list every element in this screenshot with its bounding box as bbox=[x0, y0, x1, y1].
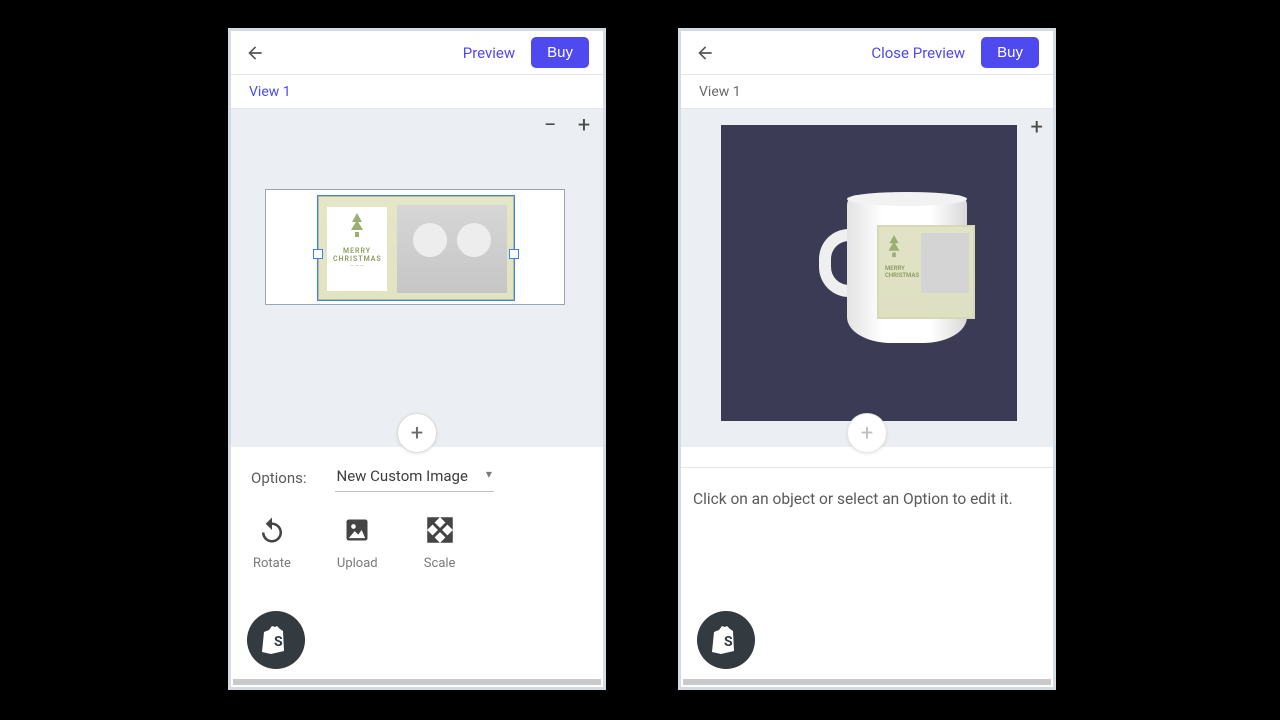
mug-text: MERRYCHRISTMAS bbox=[885, 265, 919, 279]
horizontal-scrollbar[interactable] bbox=[233, 679, 601, 685]
mug-mockup: MERRYCHRISTMAS bbox=[827, 195, 965, 349]
selected-design-image[interactable]: MERRYCHRISTMAS — — — bbox=[318, 196, 514, 300]
tab-view-1[interactable]: View 1 bbox=[249, 84, 291, 100]
zoom-in-button[interactable]: + bbox=[1031, 115, 1043, 140]
view-tabs: View 1 bbox=[231, 75, 603, 109]
options-label: Options: bbox=[251, 469, 307, 487]
image-icon bbox=[341, 514, 373, 546]
preview-topbar: Close Preview Buy bbox=[681, 31, 1053, 75]
options-row: Options: New Custom Image bbox=[231, 447, 603, 500]
rotate-tool[interactable]: Rotate bbox=[253, 514, 291, 571]
editor-topbar: Preview Buy bbox=[231, 31, 603, 75]
buy-button[interactable]: Buy bbox=[981, 37, 1039, 68]
shopify-badge[interactable]: S bbox=[697, 611, 755, 669]
preview-button[interactable]: Preview bbox=[457, 40, 521, 66]
tree-icon bbox=[885, 235, 903, 259]
tab-view-1[interactable]: View 1 bbox=[699, 84, 741, 100]
zoom-controls: − + bbox=[541, 115, 593, 137]
design-canvas[interactable]: − + MERRYCHRISTMAS — — — + bbox=[231, 109, 603, 447]
arrow-left-icon bbox=[245, 43, 265, 63]
design-slot[interactable]: MERRYCHRISTMAS — — — bbox=[265, 189, 565, 305]
add-element-button[interactable]: + bbox=[847, 413, 887, 453]
shopify-icon: S bbox=[261, 624, 291, 656]
tree-icon bbox=[349, 213, 365, 239]
view-tabs: View 1 bbox=[681, 75, 1053, 109]
svg-text:S: S bbox=[274, 634, 283, 650]
upload-tool[interactable]: Upload bbox=[337, 514, 378, 571]
mug-artwork: MERRYCHRISTMAS bbox=[877, 225, 975, 319]
card-greeting: MERRYCHRISTMAS bbox=[333, 247, 381, 263]
editor-panel: Preview Buy View 1 − + MERRYCHRISTMAS — … bbox=[228, 28, 606, 690]
scale-icon bbox=[424, 514, 456, 546]
buy-button[interactable]: Buy bbox=[531, 37, 589, 68]
arrow-left-icon bbox=[695, 43, 715, 63]
mug-body: MERRYCHRISTMAS bbox=[847, 195, 967, 343]
mug-photo bbox=[921, 233, 969, 293]
close-preview-button[interactable]: Close Preview bbox=[865, 40, 971, 66]
card-text-block: MERRYCHRISTMAS — — — bbox=[327, 207, 387, 291]
rotate-icon bbox=[256, 514, 288, 546]
scale-tool[interactable]: Scale bbox=[424, 514, 456, 571]
tool-row: Rotate Upload Scale bbox=[231, 500, 603, 575]
resize-handle-right[interactable] bbox=[509, 249, 519, 259]
zoom-in-button[interactable]: + bbox=[575, 115, 593, 137]
preview-panel: Close Preview Buy View 1 − + MERRYCHRIST… bbox=[678, 28, 1056, 690]
upload-label: Upload bbox=[337, 556, 378, 571]
preview-stage: MERRYCHRISTMAS bbox=[721, 125, 1017, 421]
zoom-out-button[interactable]: − bbox=[541, 115, 559, 137]
card-subtext: — — — bbox=[333, 263, 381, 269]
preview-canvas[interactable]: − + MERRYCHRISTMAS + bbox=[681, 109, 1053, 447]
add-element-button[interactable]: + bbox=[397, 413, 437, 453]
rotate-label: Rotate bbox=[253, 556, 291, 571]
scale-label: Scale bbox=[424, 556, 456, 571]
shopify-badge[interactable]: S bbox=[247, 611, 305, 669]
svg-text:S: S bbox=[724, 634, 733, 650]
resize-handle-left[interactable] bbox=[313, 249, 323, 259]
options-select[interactable]: New Custom Image bbox=[335, 463, 494, 492]
back-button[interactable] bbox=[695, 43, 715, 63]
shopify-icon: S bbox=[711, 624, 741, 656]
back-button[interactable] bbox=[245, 43, 265, 63]
card-photo bbox=[397, 205, 507, 293]
edit-hint: Click on an object or select an Option t… bbox=[681, 467, 1053, 530]
horizontal-scrollbar[interactable] bbox=[683, 679, 1051, 685]
